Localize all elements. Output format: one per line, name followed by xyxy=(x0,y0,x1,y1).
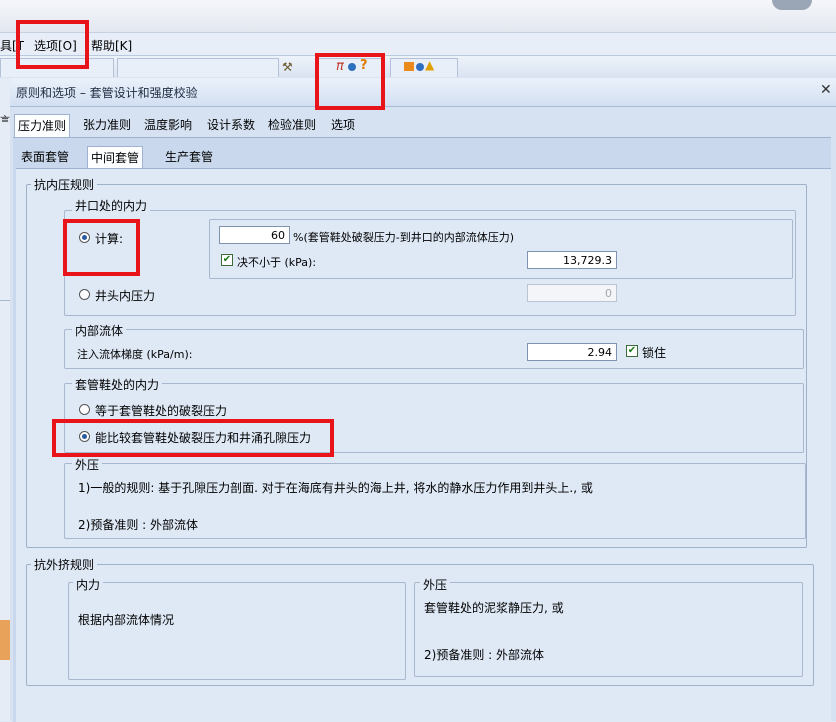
menu-item-help[interactable]: 帮助[K] xyxy=(91,37,132,54)
lock-label: 锁住 xyxy=(642,346,667,360)
subtab-production-casing[interactable]: 生产套管 xyxy=(162,146,216,168)
tab-tension[interactable]: 张力准则 xyxy=(80,114,134,136)
shapes-icon[interactable] xyxy=(404,62,414,71)
left-edge-glyph: 言 xyxy=(0,116,10,122)
window-control-button[interactable] xyxy=(772,0,812,10)
not-less-input[interactable]: 13,729.3 xyxy=(527,251,617,269)
collapse-external-line1: 套管鞋处的泥浆静压力, 或 xyxy=(424,601,564,615)
collapse-external-line2: 2)预备准则 : 外部流体 xyxy=(424,648,544,662)
main-tabs: 压力准则 张力准则 温度影响 设计系数 检验准则 选项 xyxy=(10,114,836,137)
wellhead-pressure-radio[interactable] xyxy=(79,289,90,300)
burst-external-legend: 外压 xyxy=(72,456,103,473)
window-top-bar xyxy=(0,0,836,33)
subtab-surface-casing[interactable]: 表面套管 xyxy=(18,146,72,168)
wellhead-pressure-label: 井头内压力 xyxy=(95,289,156,303)
tab-pressure[interactable]: 压力准则 xyxy=(14,114,71,137)
burst-external-line1: 1)一般的规则: 基于孔隙压力剖面. 对于在海底有井头的海上井, 将水的静水压力… xyxy=(78,481,593,495)
percent-input[interactable]: 60 xyxy=(219,226,290,244)
highlight-box-shoe-option2 xyxy=(52,419,334,457)
percent-description: %(套管鞋处破裂压力-到井口的内部流体压力) xyxy=(293,231,515,244)
tab-design-factors[interactable]: 设计系数 xyxy=(204,114,258,136)
left-edge-color-block xyxy=(0,620,10,660)
toolbar-tab[interactable] xyxy=(390,58,458,77)
not-less-label: 决不小于 (kPa): xyxy=(237,256,317,269)
calc-options-frame xyxy=(209,219,793,279)
burst-external-line2: 2)预备准则 : 外部流体 xyxy=(78,518,198,532)
collapse-internal-legend: 内力 xyxy=(73,576,104,593)
triangle-icon: ▲ xyxy=(425,58,435,72)
highlight-box-toolbar-icon xyxy=(315,53,385,110)
collapse-internal-text: 根据内部流体情况 xyxy=(78,613,175,627)
toolbar: ⚒ π ? ▲ xyxy=(0,56,836,78)
collapse-external-legend: 外压 xyxy=(420,576,451,593)
gradient-label: 注入流体梯度 (kPa/m): xyxy=(77,348,193,361)
not-less-checkbox[interactable]: ✔ xyxy=(221,254,233,266)
collapse-internal-group xyxy=(68,582,406,680)
gradient-input[interactable]: 2.94 xyxy=(527,343,617,361)
tools-icon[interactable]: ⚒ xyxy=(282,60,293,74)
highlight-box-options-menu xyxy=(16,20,89,69)
tab-temperature[interactable]: 温度影响 xyxy=(141,114,195,136)
wellhead-force-legend: 井口处的内力 xyxy=(72,197,151,214)
wellhead-pressure-input[interactable]: 0 xyxy=(527,284,617,302)
internal-fluid-legend: 内部流体 xyxy=(72,322,127,339)
dialog-title: 原则和选项 – 套管设计和强度校验 xyxy=(16,86,198,100)
collapse-rules-legend: 抗外挤规则 xyxy=(31,556,98,573)
menu-bar: 具[T 选项[O] 帮助[K] xyxy=(0,33,836,56)
person-icon xyxy=(416,63,424,71)
toolbar-tab[interactable] xyxy=(117,58,279,77)
shoe-option1-radio[interactable] xyxy=(79,404,90,415)
shoe-force-legend: 套管鞋处的内力 xyxy=(72,376,163,393)
dialog-title-bar: 原则和选项 – 套管设计和强度校验 ✕ xyxy=(10,78,836,107)
close-icon[interactable]: ✕ xyxy=(820,82,832,98)
tab-check-criteria[interactable]: 检验准则 xyxy=(265,114,319,136)
divider xyxy=(0,300,10,301)
lock-checkbox[interactable]: ✔ xyxy=(626,345,638,357)
subtab-intermediate-casing[interactable]: 中间套管 xyxy=(87,146,144,169)
highlight-box-calc xyxy=(63,219,140,276)
tab-options[interactable]: 选项 xyxy=(328,114,358,136)
burst-rules-legend: 抗内压规则 xyxy=(31,176,98,193)
shoe-option1-label: 等于套管鞋处的破裂压力 xyxy=(95,404,228,418)
